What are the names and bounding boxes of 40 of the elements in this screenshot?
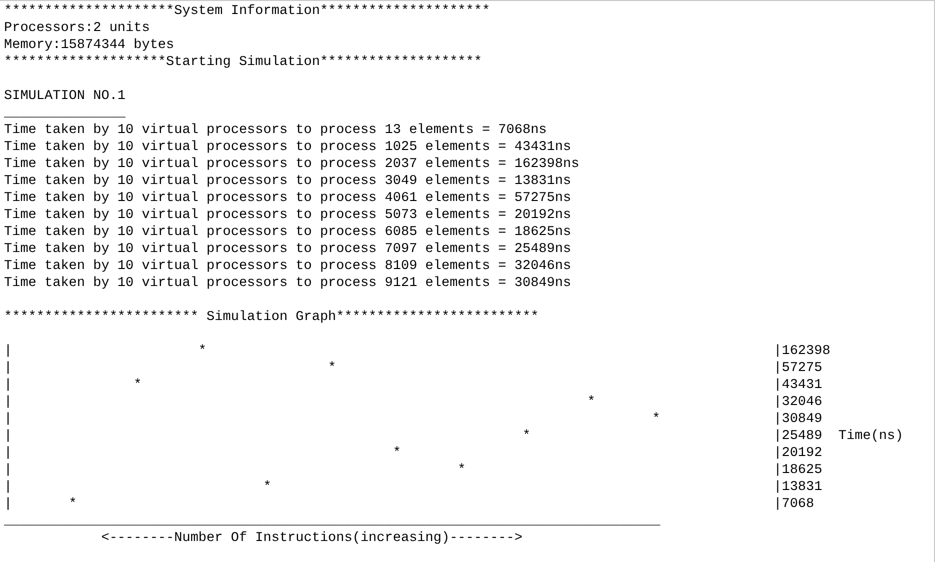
axis-rule: _________________________________________________________________________________ <box>4 513 662 530</box>
plot-row-text: | * <box>4 496 78 513</box>
plot-row-text: | * <box>4 428 532 445</box>
plot-row-text: | * <box>4 479 272 496</box>
result-line: Time taken by 10 virtual processors to process 6085 elements = 18625ns <box>4 224 572 241</box>
axis-label: Time(ns) <box>838 429 904 444</box>
simulation-title: SIMULATION NO.1 <box>4 88 127 105</box>
axis-value: |43431 <box>774 377 824 394</box>
section-header: ************************ Simulation Graph************************* <box>4 309 540 326</box>
section-header: *********************System Information********************* <box>4 3 492 20</box>
info-text: Memory:15874344 bytes <box>4 37 176 54</box>
result-line: Time taken by 10 virtual processors to process 9121 elements = 30849ns <box>4 275 572 292</box>
result-line: Time taken by 10 virtual processors to process 2037 elements = 162398ns <box>4 156 580 173</box>
info-text: Processors:2 units <box>4 20 151 37</box>
plot-row-text: | * <box>4 360 338 377</box>
result-line: Time taken by 10 virtual processors to process 5073 elements = 20192ns <box>4 207 572 224</box>
result-line: Time taken by 10 virtual processors to process 1025 elements = 43431ns <box>4 139 572 156</box>
result-line: Time taken by 10 virtual processors to process 7097 elements = 25489ns <box>4 241 572 258</box>
result-line: Time taken by 10 virtual processors to process 13 elements = 7068ns <box>4 122 548 139</box>
axis-value: |20192 <box>774 445 824 462</box>
plot-row-text: | * <box>4 445 402 462</box>
plot-row-text: | * <box>4 377 143 394</box>
axis-value: |18625 <box>774 462 824 479</box>
result-line: Time taken by 10 virtual processors to process 8109 elements = 32046ns <box>4 258 572 275</box>
axis-value: |25489 <box>774 428 824 445</box>
result-line: Time taken by 10 virtual processors to process 4061 elements = 57275ns <box>4 190 572 207</box>
axis-value: |13831 <box>774 479 824 496</box>
result-line: Time taken by 10 virtual processors to process 3049 elements = 13831ns <box>4 173 572 190</box>
plot-row-text: | * <box>4 462 467 479</box>
axis-value: |57275 <box>774 360 824 377</box>
axis-value: |30849 <box>774 411 824 428</box>
axis-value: |162398 <box>774 343 832 360</box>
section-header: ********************Starting Simulation******************** <box>4 54 483 71</box>
plot-row-text: | * <box>4 394 596 411</box>
underline-rule: _______________ <box>4 105 127 122</box>
plot-row-text: | * <box>4 343 208 360</box>
axis-value: |32046 <box>774 394 824 411</box>
plot-row-text: | * <box>4 411 662 428</box>
axis-value: |7068 <box>774 496 816 513</box>
axis-label: <--------Number Of Instructions(increasing)--------> <box>100 530 524 547</box>
